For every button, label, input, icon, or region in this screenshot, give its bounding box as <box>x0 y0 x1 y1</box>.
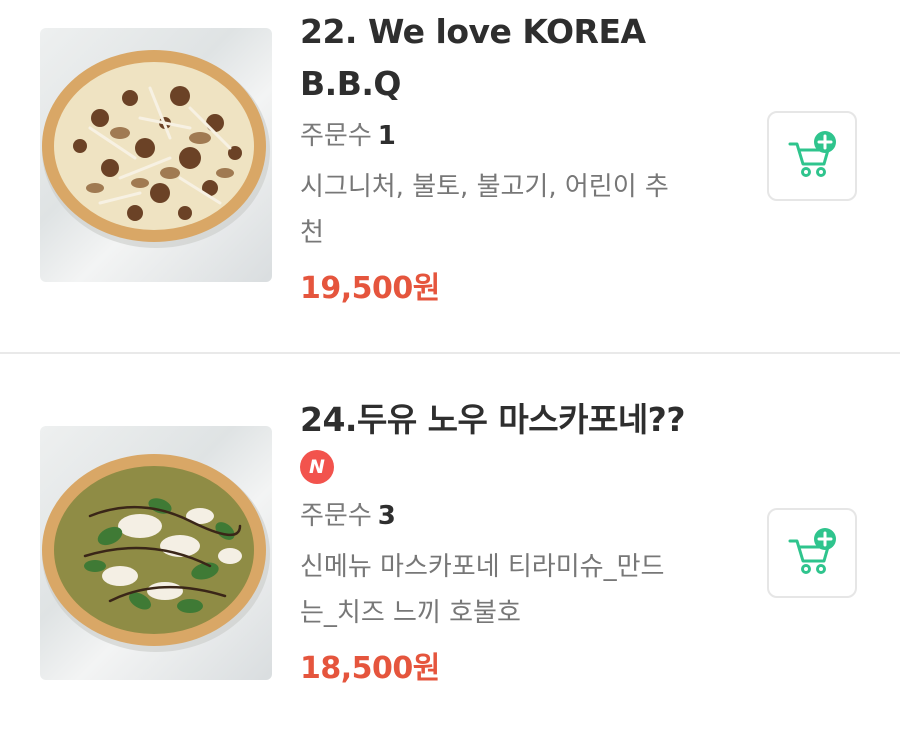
menu-item-description: 시그니처, 불토, 불고기, 어린이 추 천 <box>300 164 720 256</box>
order-count-label: 주문수 <box>300 501 372 531</box>
add-to-cart-button[interactable] <box>767 111 857 201</box>
cart-add-icon <box>788 131 836 177</box>
order-count: 주문수 3 <box>300 492 730 540</box>
order-count-value: 1 <box>377 121 396 151</box>
pizza-bbq-image <box>42 50 270 248</box>
menu-item-price: 18,500원 <box>300 651 440 686</box>
menu-item-description: 신메뉴 마스카포네 티라미슈_만드 는_치즈 느끼 호불호 <box>300 544 720 636</box>
description-line: 천 <box>300 218 324 248</box>
pizza-mascarpone-image <box>42 454 270 652</box>
menu-item[interactable]: 24.두유 노우 마스카포네?? N 주문수 3 신메뉴 마스카포네 티라미슈_만… <box>0 354 900 732</box>
description-line: 신메뉴 마스카포네 티라미슈_만드 <box>300 552 665 582</box>
menu-item-price: 19,500원 <box>300 271 440 306</box>
order-count-value: 3 <box>377 501 396 531</box>
menu-item-title[interactable]: 22. We love KOREA B.B.Q <box>300 6 730 110</box>
menu-list: 22. We love KOREA B.B.Q 주문수 1 시그니처, 불토, 불… <box>0 0 900 732</box>
menu-item-info: 22. We love KOREA B.B.Q 주문수 1 시그니처, 불토, 불… <box>300 6 730 314</box>
order-count: 주문수 1 <box>300 112 730 160</box>
description-line: 는_치즈 느끼 호불호 <box>300 598 521 628</box>
menu-item-info: 24.두유 노우 마스카포네?? N 주문수 3 신메뉴 마스카포네 티라미슈_만… <box>300 394 730 694</box>
add-to-cart-button[interactable] <box>767 508 857 598</box>
menu-item[interactable]: 22. We love KOREA B.B.Q 주문수 1 시그니처, 불토, 불… <box>0 0 900 352</box>
menu-item-image[interactable] <box>40 28 272 282</box>
new-badge: N <box>300 450 334 484</box>
menu-item-title-line: 22. We love KOREA <box>300 12 646 51</box>
menu-item-title-line: B.B.Q <box>300 64 401 103</box>
menu-item-image[interactable] <box>40 426 272 680</box>
menu-item-title[interactable]: 24.두유 노우 마스카포네?? <box>300 394 730 446</box>
description-line: 시그니처, 불토, 불고기, 어린이 추 <box>300 172 669 202</box>
cart-add-icon <box>788 528 836 574</box>
order-count-label: 주문수 <box>300 121 372 151</box>
